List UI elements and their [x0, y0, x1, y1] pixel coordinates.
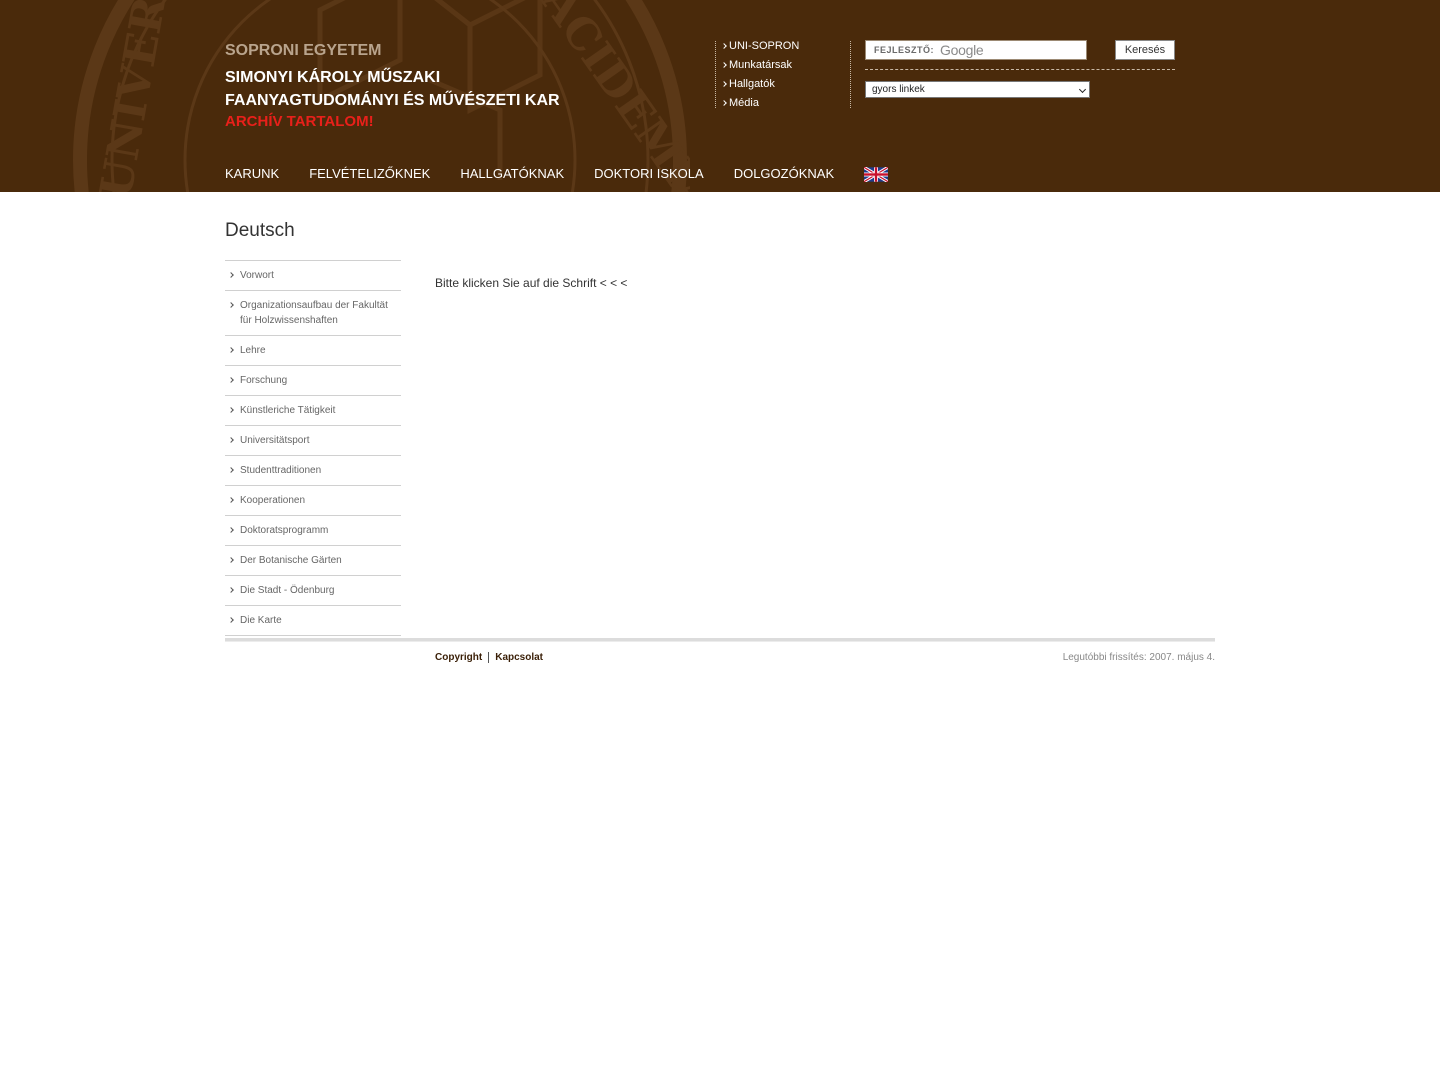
quick-link-hallgatok[interactable]: Hallgatók: [729, 79, 850, 98]
sidebar-item-botanische-garten[interactable]: Der Botanische Gärten: [225, 546, 401, 576]
search-provider-label: FEJLESZTŐ:: [874, 45, 935, 55]
university-name[interactable]: SOPRONI EGYETEM: [225, 42, 560, 60]
sidebar-item-lehre[interactable]: Lehre: [225, 336, 401, 366]
sidebar-item-doktoratsprogramm[interactable]: Doktoratsprogramm: [225, 516, 401, 546]
nav-karunk[interactable]: KARUNK: [225, 166, 279, 181]
sidebar-item-vorwort[interactable]: Vorwort: [225, 261, 401, 291]
site-title-block: SOPRONI EGYETEM SIMONYI KÁROLY MŰSZAKI F…: [225, 42, 560, 131]
footer-links: Copyright Kapcsolat: [435, 652, 543, 663]
sidebar-item-universitatsport[interactable]: Universitätsport: [225, 426, 401, 456]
archive-notice: ARCHÍV TARTALOM!: [225, 113, 374, 130]
nav-dolgozoknak[interactable]: DOLGOZÓKNAK: [734, 166, 834, 181]
faculty-name-line2[interactable]: FAANYAGTUDOMÁNYI ÉS MŰVÉSZETI KAR: [225, 89, 560, 112]
faculty-name-line1[interactable]: SIMONYI KÁROLY MŰSZAKI: [225, 66, 560, 89]
last-update-text: Legutóbbi frissítés: 2007. május 4.: [1062, 652, 1215, 663]
google-logo-icon: Google: [940, 42, 984, 58]
footer-divider: [225, 638, 1215, 642]
footer-link-kapcsolat[interactable]: Kapcsolat: [495, 652, 543, 663]
footer-separator: [488, 652, 490, 663]
nav-felvetelizoknek[interactable]: FELVÉTELIZŐKNEK: [309, 166, 430, 181]
header-divider: [865, 69, 1175, 70]
sidebar-menu: Vorwort Organizationsaufbau der Fakultät…: [225, 260, 401, 636]
quick-links: UNI-SOPRON Munkatársak Hallgatók Média: [715, 41, 851, 109]
sidebar-item-karte[interactable]: Die Karte: [225, 606, 401, 636]
chevron-down-icon: [1078, 85, 1087, 94]
site-header: UNIVERSITA ACIDEMIA SOPRONI EGYETEM SIMO…: [0, 0, 1440, 192]
sidebar-item-stadt-odenburg[interactable]: Die Stadt - Ödenburg: [225, 576, 401, 606]
quick-link-munkatarsak[interactable]: Munkatársak: [729, 60, 850, 79]
footer-link-copyright[interactable]: Copyright: [435, 652, 482, 663]
sidebar-item-kunstlerische-tatigkeit[interactable]: Künstleriche Tätigkeit: [225, 396, 401, 426]
quick-select-value: gyors linkek: [872, 84, 925, 95]
main-nav: KARUNK FELVÉTELIZŐKNEK HALLGATÓKNAK DOKT…: [225, 164, 889, 182]
quick-link-uni-sopron[interactable]: UNI-SOPRON: [729, 41, 850, 60]
quick-link-media[interactable]: Média: [729, 98, 850, 117]
nav-hallgatoknak[interactable]: HALLGATÓKNAK: [460, 166, 564, 181]
page-title: Deutsch: [225, 220, 295, 241]
sidebar-item-kooperationen[interactable]: Kooperationen: [225, 486, 401, 516]
sidebar-item-organizationsaufbau[interactable]: Organizationsaufbau der Fakultät für Hol…: [225, 291, 401, 336]
sidebar-item-forschung[interactable]: Forschung: [225, 366, 401, 396]
search-button[interactable]: Keresés: [1115, 40, 1175, 60]
quick-links-select[interactable]: gyors linkek: [865, 81, 1090, 98]
main-body-text: Bitte klicken Sie auf die Schrift < < <: [435, 276, 628, 290]
uk-flag-icon[interactable]: [864, 167, 889, 182]
sidebar-item-studenttraditionen[interactable]: Studenttraditionen: [225, 456, 401, 486]
nav-doktori-iskola[interactable]: DOKTORI ISKOLA: [594, 166, 704, 181]
search-input[interactable]: FEJLESZTŐ: Google: [865, 40, 1087, 60]
